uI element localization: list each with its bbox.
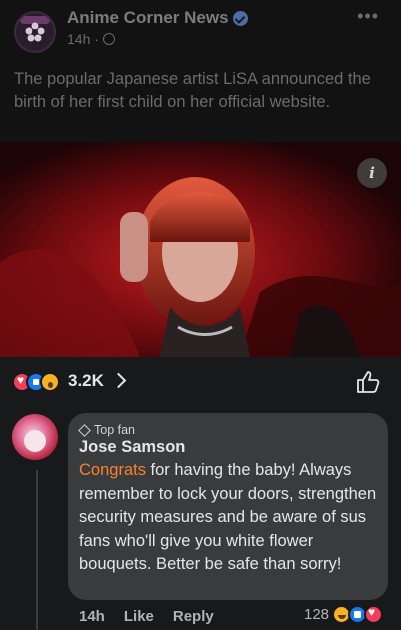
comment-text: Congrats for having the baby! Always rem…: [79, 459, 379, 577]
like-link[interactable]: Like: [124, 608, 154, 625]
reactions-bar: 3.2K: [0, 357, 401, 407]
post-header-area: Anime Corner News 14h · ••• The popular …: [0, 0, 401, 142]
comment-reaction-count[interactable]: 128: [304, 606, 329, 623]
diamond-icon: [78, 423, 91, 437]
thumbs-up-outline-icon: [357, 371, 380, 393]
wow-reaction-icon: [40, 372, 60, 392]
more-icon[interactable]: •••: [357, 6, 379, 27]
page-avatar[interactable]: [14, 11, 56, 53]
top-fan-label: Top fan: [94, 423, 136, 437]
chevron-right-icon[interactable]: [110, 372, 127, 389]
commenter-avatar[interactable]: [12, 414, 58, 460]
comment-time: 14h: [79, 608, 105, 625]
info-icon[interactable]: i: [357, 158, 387, 188]
love-reaction-icon: [364, 605, 383, 624]
comment-highlight: Congrats: [79, 461, 146, 479]
post-header: Anime Corner News 14h · •••: [0, 0, 401, 60]
flower-logo-icon: [25, 22, 45, 42]
page-name-label: Anime Corner News: [67, 8, 229, 27]
post-image[interactable]: i: [0, 142, 401, 357]
commenter-name[interactable]: Jose Samson: [79, 438, 185, 457]
reaction-icons[interactable]: [12, 372, 72, 392]
thread-line: [36, 470, 38, 630]
top-fan-badge: Top fan: [78, 423, 136, 437]
post-time[interactable]: 14h ·: [67, 31, 99, 47]
verified-icon: [232, 10, 248, 26]
post-text: The popular Japanese artist LiSA announc…: [14, 70, 371, 111]
post-meta: 14h ·: [67, 31, 115, 47]
globe-icon: [102, 33, 115, 45]
post-photo: [0, 142, 401, 357]
avatar-face: [24, 430, 46, 452]
page-name[interactable]: Anime Corner News: [67, 8, 248, 28]
comment-actions: 14h Like Reply: [79, 608, 214, 625]
reply-link[interactable]: Reply: [173, 608, 214, 625]
like-button[interactable]: [355, 369, 381, 395]
reaction-count[interactable]: 3.2K: [68, 371, 104, 391]
